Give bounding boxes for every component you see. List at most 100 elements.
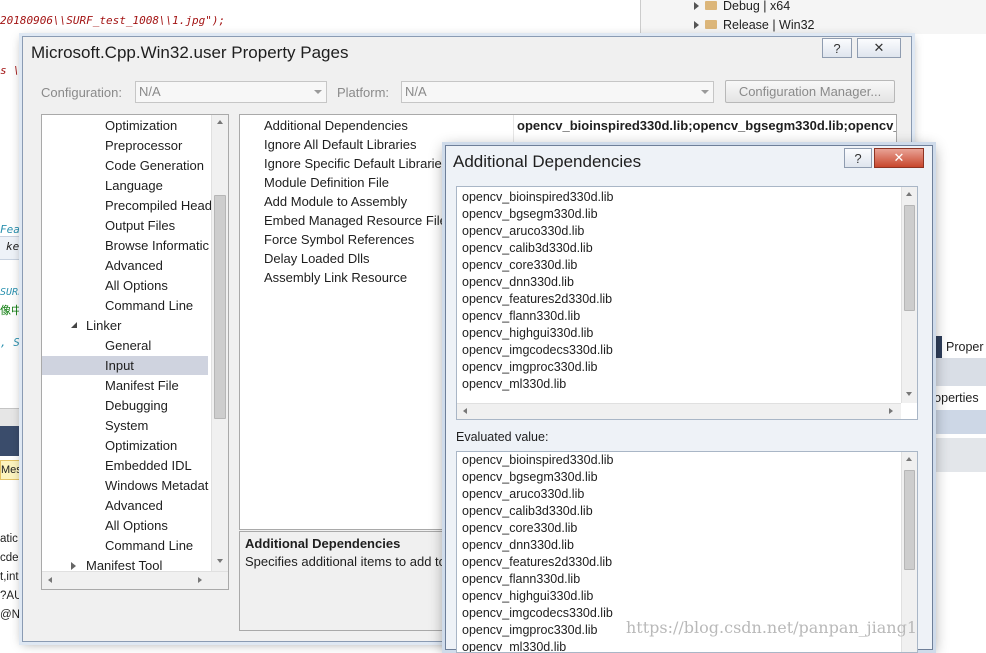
tree-item[interactable]: All Options — [42, 276, 208, 295]
tree-item[interactable]: Debugging — [42, 396, 208, 415]
expanded-arrow-icon[interactable] — [71, 322, 77, 328]
tree-item-label: Preprocessor — [105, 138, 183, 153]
dependency-line[interactable]: opencv_aruco330d.lib — [462, 223, 584, 240]
property-name: Additional Dependencies — [264, 118, 408, 133]
tree-item[interactable]: Command Line — [42, 536, 208, 555]
dependency-line[interactable]: opencv_core330d.lib — [462, 257, 577, 274]
code-fragment: ke — [6, 240, 20, 253]
close-button[interactable]: ✕ — [874, 148, 924, 168]
close-button[interactable]: ✕ — [857, 38, 901, 58]
tree-item[interactable]: Browse Informatic — [42, 236, 209, 255]
tree-item[interactable]: Windows Metadat — [42, 476, 208, 495]
tree-item[interactable]: Language — [42, 176, 208, 195]
tree-item[interactable]: Output Files — [42, 216, 208, 235]
description-text: Specifies additional items to add to — [245, 554, 446, 569]
evaluated-line: opencv_flann330d.lib — [462, 572, 581, 586]
configuration-manager-button[interactable]: Configuration Manager... — [725, 80, 895, 103]
dialog-title: Microsoft.Cpp.Win32.user Property Pages — [31, 43, 349, 62]
scrollbar-thumb[interactable] — [904, 205, 915, 311]
scroll-left-icon[interactable] — [48, 577, 52, 583]
expand-arrow-icon[interactable] — [694, 20, 699, 29]
description-title: Additional Dependencies — [245, 536, 401, 551]
property-tree[interactable]: Optimization Preprocessor Code Generation L… — [41, 114, 229, 590]
solution-item[interactable]: Debug | x64 — [694, 0, 790, 14]
tree-item[interactable]: All Options — [42, 516, 208, 535]
evaluated-line: opencv_highgui330d.lib — [462, 589, 594, 603]
collapsed-arrow-icon[interactable] — [71, 562, 76, 570]
property-name: Ignore Specific Default Libraries — [264, 156, 449, 171]
message-tab[interactable]: Mess — [0, 460, 22, 480]
additional-dependencies-dialog: Additional Dependencies ? ✕ opencv_ml330… — [445, 145, 933, 653]
platform-label: Platform: — [337, 85, 390, 100]
dependency-line[interactable]: opencv_flann330d.lib — [462, 308, 580, 325]
tree-item[interactable]: Precompiled Head — [42, 196, 212, 215]
edit-horizontal-scrollbar[interactable] — [457, 403, 901, 419]
configuration-select[interactable]: N/A — [135, 81, 327, 103]
dependency-line[interactable]: opencv_calib3d330d.lib — [462, 240, 593, 257]
dependency-line[interactable]: opencv_bioinspired330d.lib — [462, 189, 614, 206]
scroll-down-icon[interactable] — [906, 392, 912, 396]
solution-item[interactable]: Release | Win32 — [694, 16, 815, 33]
folder-icon — [705, 1, 717, 10]
tree-item-label: Optimization — [105, 438, 178, 453]
scroll-right-icon[interactable] — [198, 577, 202, 583]
evaluated-line: opencv_calib3d330d.lib — [462, 504, 593, 518]
tree-item[interactable]: Code Generation — [42, 156, 208, 175]
tree-item[interactable]: Linker — [42, 316, 208, 335]
solution-item-label: Debug | x64 — [723, 0, 791, 13]
tree-item[interactable]: Advanced — [42, 256, 208, 275]
tree-item-label: Debugging — [105, 398, 168, 413]
folder-icon — [705, 20, 717, 29]
tree-item[interactable]: Optimization — [42, 116, 208, 135]
evaluated-line: opencv_bgsegm330d.lib — [462, 470, 598, 484]
scroll-left-icon[interactable] — [463, 408, 467, 414]
tree-horizontal-scrollbar[interactable] — [42, 571, 228, 589]
scroll-right-icon[interactable] — [889, 408, 893, 414]
tree-item[interactable]: Input — [42, 356, 208, 375]
output-panel-divider — [0, 408, 22, 427]
tree-item[interactable]: Optimization — [42, 436, 208, 455]
tree-item[interactable]: System — [42, 416, 208, 435]
property-row[interactable]: Additional Dependencies opencv_bioinspire… — [240, 116, 896, 135]
platform-select[interactable]: N/A — [401, 81, 714, 103]
tree-item-label: All Options — [105, 518, 168, 533]
scroll-down-icon[interactable] — [217, 559, 223, 563]
tree-item-label: All Options — [105, 278, 168, 293]
dependency-line[interactable]: opencv_features2d330d.lib — [462, 291, 612, 308]
scrollbar-thumb[interactable] — [214, 195, 226, 419]
tree-item[interactable]: Preprocessor — [42, 136, 208, 155]
configuration-label: Configuration: — [41, 85, 122, 100]
scroll-up-icon[interactable] — [906, 192, 912, 196]
properties-tab[interactable]: Proper — [942, 336, 986, 358]
tree-item[interactable]: Embedded IDL — [42, 456, 208, 475]
scrollbar-thumb[interactable] — [904, 470, 915, 570]
help-button[interactable]: ? — [822, 38, 852, 58]
tree-item-label: Precompiled Head — [105, 198, 212, 213]
output-frag: cde — [0, 552, 19, 564]
dependencies-edit-box[interactable]: opencv_ml330d.lib opencv_imgproc330d.lib o… — [456, 186, 918, 420]
expand-arrow-icon[interactable] — [694, 1, 699, 10]
tree-item[interactable]: Manifest File — [42, 376, 208, 395]
tree-item-label: Manifest File — [105, 378, 179, 393]
output-frag: atic — [0, 533, 18, 545]
edit-vertical-scrollbar[interactable] — [901, 187, 917, 403]
tree-item[interactable]: General — [42, 336, 208, 355]
scroll-up-icon[interactable] — [906, 457, 912, 461]
help-button[interactable]: ? — [844, 148, 872, 168]
dependency-line[interactable]: opencv_highgui330d.lib — [462, 325, 593, 342]
property-value[interactable]: opencv_bioinspired330d.lib;opencv_bgsegm… — [517, 116, 896, 135]
dependency-line[interactable]: opencv_dnn330d.lib — [462, 274, 574, 291]
evaluated-line: opencv_bioinspired330d.lib — [462, 453, 614, 467]
tree-item[interactable]: Command Line — [42, 296, 208, 315]
tree-vertical-scrollbar[interactable] — [211, 115, 228, 571]
evaluated-value-label: Evaluated value: — [456, 430, 549, 444]
dependency-line[interactable]: opencv_bgsegm330d.lib — [462, 206, 598, 223]
output-fragments: atic cde t,int ?AU @N — [0, 530, 22, 625]
property-name: Add Module to Assembly — [264, 194, 408, 209]
scroll-up-icon[interactable] — [217, 120, 223, 124]
tree-item[interactable]: Advanced — [42, 496, 208, 515]
dependency-line[interactable]: opencv_ml330d.lib — [462, 376, 566, 393]
dependency-line[interactable]: opencv_imgproc330d.lib — [462, 359, 598, 376]
watermark: https://blog.csdn.net/panpan_jiang1 — [626, 618, 918, 637]
dependency-line[interactable]: opencv_imgcodecs330d.lib — [462, 342, 613, 359]
